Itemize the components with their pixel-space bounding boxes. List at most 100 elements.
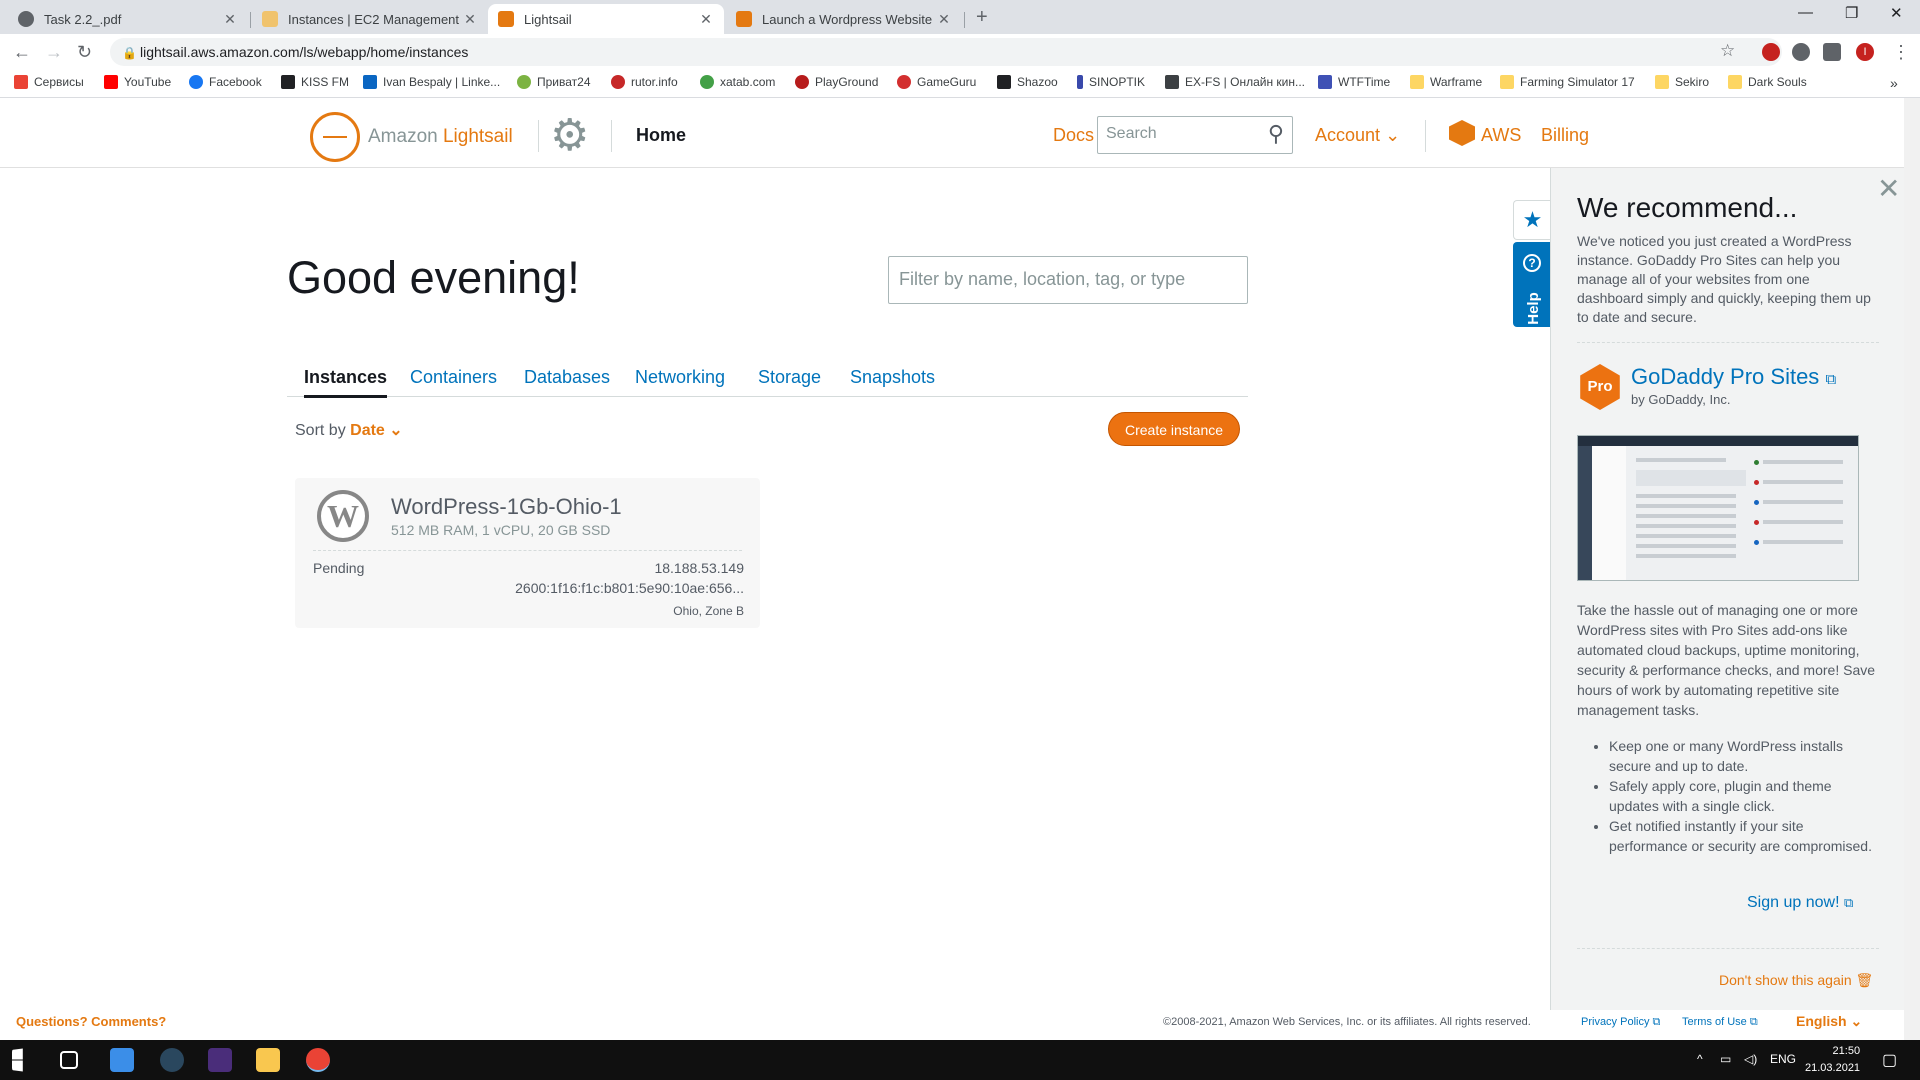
taskbar-app-icon[interactable]	[110, 1048, 134, 1072]
close-tab-icon[interactable]: ✕	[698, 11, 714, 28]
lock-icon: 🔒	[122, 46, 137, 60]
account-menu[interactable]: Account ⌄	[1315, 125, 1400, 146]
divider	[313, 550, 742, 551]
close-tab-icon[interactable]: ✕	[936, 11, 952, 28]
chrome-icon[interactable]	[306, 1048, 330, 1072]
apps-grid-icon	[14, 75, 28, 89]
menu-icon[interactable]: ⋮	[1892, 42, 1910, 63]
terms-of-use-link[interactable]: Terms of Use ⧉	[1682, 1016, 1758, 1029]
close-tab-icon[interactable]: ✕	[222, 11, 238, 28]
bookmark-item[interactable]: WTFTime	[1318, 75, 1390, 89]
puzzle-icon[interactable]	[1823, 43, 1841, 61]
steam-icon[interactable]	[160, 1048, 184, 1072]
bookmark-item[interactable]: YouTube	[104, 75, 171, 89]
tab-databases[interactable]: Databases	[524, 367, 610, 388]
product-vendor: by GoDaddy, Inc.	[1631, 392, 1731, 407]
linkedin-icon	[363, 75, 377, 89]
bookmark-folder[interactable]: Farming Simulator 17	[1500, 75, 1635, 89]
dont-show-again-link[interactable]: Don't show this again 🗑	[1719, 972, 1873, 989]
tab-instances[interactable]: Instances	[304, 367, 388, 398]
recommendations-star-icon[interactable]: ★	[1513, 200, 1551, 240]
tab-snapshots[interactable]: Snapshots	[850, 367, 935, 388]
folder-icon	[1410, 75, 1424, 89]
sort-value[interactable]: Date	[350, 422, 385, 439]
bookmark-item[interactable]: SINOPTIK	[1077, 75, 1145, 89]
more-bookmarks-icon[interactable]: »	[1890, 75, 1898, 91]
bookmark-item[interactable]: EX-FS | Онлайн кин...	[1165, 75, 1305, 89]
network-icon[interactable]: ▭	[1720, 1052, 1731, 1066]
browser-tab[interactable]: Launch a Wordpress Website ✕	[726, 4, 962, 34]
profile-avatar[interactable]: I	[1856, 43, 1874, 61]
tab-networking[interactable]: Networking	[635, 367, 725, 388]
filter-input[interactable]: Filter by name, location, tag, or type	[888, 256, 1248, 304]
file-explorer-icon[interactable]	[256, 1048, 280, 1072]
bookmark-folder[interactable]: Sekiro	[1655, 75, 1709, 89]
minimize-icon[interactable]: —	[1798, 4, 1813, 21]
reload-icon[interactable]: ↻	[77, 42, 92, 63]
docs-link[interactable]: Docs	[1053, 125, 1094, 146]
signup-link[interactable]: Sign up now! ⧉	[1747, 894, 1853, 912]
bookmark-item[interactable]: GameGuru	[897, 75, 976, 89]
bookmark-item[interactable]: PlayGround	[795, 75, 878, 89]
godaddy-link[interactable]: GoDaddy Pro Sites ⧉	[1631, 364, 1836, 390]
privat24-icon	[517, 75, 531, 89]
bookmark-star-icon[interactable]: ☆	[1720, 41, 1735, 61]
header-search-input[interactable]: Search ⚲	[1097, 116, 1293, 154]
bookmark-item[interactable]: Facebook	[189, 75, 262, 89]
xatab-icon	[700, 75, 714, 89]
browser-tab[interactable]: Instances | EC2 Management Cor ✕	[252, 4, 488, 34]
windows-start-icon[interactable]	[12, 1048, 23, 1072]
volume-icon[interactable]: ◁)	[1744, 1052, 1757, 1066]
close-icon[interactable]: ✕	[1877, 172, 1900, 205]
instance-card[interactable]: W WordPress-1Gb-Ohio-1 512 MB RAM, 1 vCP…	[295, 478, 760, 628]
billing-link[interactable]: Billing	[1541, 125, 1589, 146]
close-window-icon[interactable]: ✕	[1890, 4, 1903, 22]
tab-storage[interactable]: Storage	[758, 367, 821, 388]
bookmark-item[interactable]: rutor.info	[611, 75, 678, 89]
browser-tab[interactable]: Task 2.2_.pdf ✕	[8, 4, 248, 34]
bookmark-item[interactable]: Приват24	[517, 75, 591, 89]
bookmark-item[interactable]: KISS FM	[281, 75, 349, 89]
help-tab[interactable]: ? Help	[1513, 242, 1551, 327]
extension-icon[interactable]	[1762, 43, 1780, 61]
scrollbar[interactable]	[1904, 98, 1920, 1040]
task-view-icon[interactable]	[60, 1051, 78, 1069]
extension-icon[interactable]	[1792, 43, 1810, 61]
notifications-icon[interactable]: ▢	[1882, 1050, 1897, 1070]
bookmark-item[interactable]: Shazoo	[997, 75, 1058, 89]
language-selector[interactable]: English ⌄	[1796, 1013, 1862, 1030]
bookmark-item[interactable]: Ivan Bespaly | Linke...	[363, 75, 500, 89]
browser-tab-active[interactable]: Lightsail ✕	[488, 4, 724, 34]
page-title[interactable]: Home	[636, 125, 686, 146]
input-language[interactable]: ENG	[1770, 1052, 1796, 1066]
aws-link[interactable]: AWS	[1481, 125, 1521, 146]
sort-control[interactable]: Sort by Date ⌄	[295, 420, 403, 440]
aws-cube-icon[interactable]	[1449, 120, 1475, 146]
privacy-policy-link[interactable]: Privacy Policy ⧉	[1581, 1016, 1660, 1029]
address-bar[interactable]: 🔒 lightsail.aws.amazon.com/ls/webapp/hom…	[110, 38, 1782, 66]
back-icon[interactable]: ←	[13, 42, 31, 63]
instance-ipv6: 2600:1f16:f1c:b801:5e90:10ae:656...	[515, 580, 744, 596]
bookmark-item[interactable]: xatab.com	[700, 75, 775, 89]
gear-icon[interactable]: ⚙	[550, 110, 589, 161]
recommendation-panel: ✕ We recommend... We've noticed you just…	[1550, 168, 1904, 1040]
create-instance-button[interactable]: Create instance	[1108, 412, 1240, 446]
taskbar-app-icon[interactable]	[208, 1048, 232, 1072]
chevron-down-icon: ⌄	[1385, 125, 1401, 145]
search-icon[interactable]: ⚲	[1268, 121, 1284, 147]
product-screenshot	[1577, 435, 1859, 581]
lightsail-logo[interactable]: Amazon Lightsail	[310, 112, 513, 162]
instance-name[interactable]: WordPress-1Gb-Ohio-1	[391, 494, 622, 520]
browser-tab-strip: Task 2.2_.pdf ✕ Instances | EC2 Manageme…	[0, 0, 1920, 34]
tray-chevron-icon[interactable]: ^	[1697, 1052, 1703, 1066]
feedback-link[interactable]: Questions? Comments?	[16, 1014, 166, 1029]
system-clock[interactable]: 21:50 21.03.2021	[1805, 1043, 1860, 1077]
new-tab-button[interactable]: +	[976, 6, 988, 29]
close-tab-icon[interactable]: ✕	[462, 11, 478, 28]
tab-containers[interactable]: Containers	[410, 367, 497, 388]
bookmark-folder[interactable]: Dark Souls	[1728, 75, 1807, 89]
forward-icon[interactable]: →	[45, 42, 63, 63]
bookmark-folder[interactable]: Warframe	[1410, 75, 1482, 89]
maximize-icon[interactable]: ❐	[1845, 4, 1858, 22]
bookmark-item[interactable]: Сервисы	[14, 75, 84, 89]
